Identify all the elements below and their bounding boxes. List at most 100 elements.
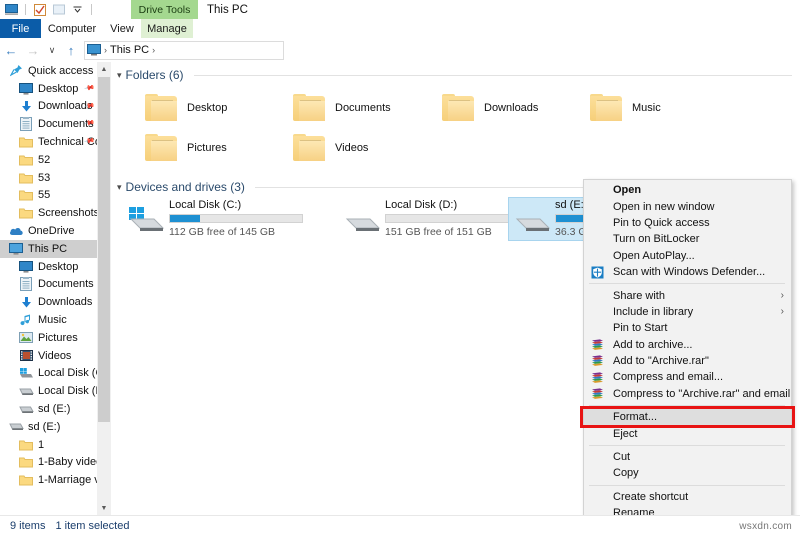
sidebar-item-desktop[interactable]: Desktop 📌 — [0, 80, 97, 98]
chevron-down-icon[interactable]: ▾ — [117, 70, 122, 81]
menu-item-compress-and-email[interactable]: Compress and email... — [584, 369, 791, 385]
navigation-pane-scrollbar[interactable]: ▲ ▼ — [97, 62, 111, 515]
folder-tile[interactable]: Music — [586, 86, 776, 130]
status-item-count: 9 items — [10, 519, 46, 532]
title-bar: Drive Tools This PC — [0, 0, 800, 19]
drive-tile[interactable]: Local Disk (C:) 112 GB free of 145 GB — [123, 198, 309, 240]
sidebar-item-sd-e[interactable]: sd (E:) — [0, 400, 97, 418]
qat-divider — [25, 4, 26, 15]
menu-item-label: Scan with Windows Defender... — [613, 266, 766, 279]
sidebar-item-videos[interactable]: Videos — [0, 347, 97, 365]
chevron-right-icon: › — [780, 290, 784, 302]
drive-info: Local Disk (C:) 112 GB free of 145 GB — [169, 198, 309, 238]
menu-item-format[interactable]: Format... — [584, 409, 791, 426]
new-folder-icon[interactable] — [51, 2, 66, 17]
explorer-icon[interactable] — [4, 2, 19, 17]
sidebar-item-documents[interactable]: Documents 📌 — [0, 115, 97, 133]
sidebar-item-onedrive[interactable]: OneDrive — [0, 222, 97, 240]
tab-manage[interactable]: Manage — [141, 19, 193, 38]
sidebar-item-label: 55 — [38, 189, 51, 202]
menu-item-label: Open in new window — [613, 200, 715, 213]
drive-tile[interactable]: Local Disk (D:) 151 GB free of 151 GB — [339, 198, 525, 240]
breadcrumb-item-this-pc[interactable]: This PC — [110, 44, 149, 56]
folder-icon — [18, 454, 34, 470]
sidebar-item-local-disk-d[interactable]: Local Disk (D:) — [0, 382, 97, 400]
menu-item-pin-to-quick-access[interactable]: Pin to Quick access — [584, 215, 791, 231]
sidebar-item-technical-co[interactable]: Technical Co 📌 — [0, 133, 97, 151]
tab-view[interactable]: View — [103, 19, 141, 38]
menu-item-copy[interactable]: Copy — [584, 465, 791, 481]
customize-dropdown-icon[interactable] — [70, 2, 85, 17]
sidebar-item-pictures[interactable]: Pictures — [0, 329, 97, 347]
sidebar-item-52[interactable]: 52 — [0, 151, 97, 169]
back-button[interactable]: ← — [0, 39, 22, 61]
folders-group-header[interactable]: ▾ Folders (6) — [111, 66, 800, 84]
sidebar-item-1-marriage-video[interactable]: 1-Marriage video — [0, 471, 97, 489]
group-rule — [193, 74, 792, 76]
tab-computer[interactable]: Computer — [41, 19, 103, 38]
context-menu[interactable]: Open Open in new window Pin to Quick acces… — [583, 179, 792, 535]
navigation-pane[interactable]: Quick access Desktop 📌 Downloads 📌 Documents 📌… — [0, 62, 97, 515]
pin-icon[interactable]: 📌 — [84, 82, 96, 94]
sidebar-item-downloads[interactable]: Downloads 📌 — [0, 98, 97, 116]
folders-grid: Desktop Documents Downloads Music Pictures Vi… — [111, 84, 800, 178]
menu-item-share-with[interactable]: Share with › — [584, 287, 791, 303]
forward-button[interactable]: → — [22, 39, 44, 61]
menu-item-label: Compress to "Archive.rar" and email — [613, 387, 791, 400]
sidebar-item-documents[interactable]: Documents — [0, 276, 97, 294]
documents-icon — [18, 276, 34, 292]
scrollbar-thumb[interactable] — [98, 77, 110, 422]
menu-item-label: Share with — [613, 289, 665, 302]
chevron-down-icon[interactable]: ▾ — [117, 182, 122, 193]
menu-item-label: Copy — [613, 467, 639, 480]
sidebar-item-local-disk-c[interactable]: Local Disk (C:) — [0, 365, 97, 383]
sidebar-item-1-baby-video[interactable]: 1-Baby video — [0, 454, 97, 472]
sidebar-item-screenshots[interactable]: Screenshots — [0, 204, 97, 222]
menu-item-open[interactable]: Open — [584, 182, 791, 198]
menu-item-open-in-new-window[interactable]: Open in new window — [584, 198, 791, 214]
folder-icon — [18, 152, 34, 168]
sidebar-item-sd-e[interactable]: sd (E:) — [0, 418, 97, 436]
folder-desktop-icon — [141, 90, 181, 126]
sidebar-item-55[interactable]: 55 — [0, 187, 97, 205]
tab-file[interactable]: File — [0, 19, 41, 38]
menu-item-open-autoplay[interactable]: Open AutoPlay... — [584, 248, 791, 264]
breadcrumb[interactable]: › This PC › — [84, 40, 284, 60]
scroll-down-icon[interactable]: ▼ — [97, 501, 111, 515]
sidebar-item-downloads[interactable]: Downloads — [0, 293, 97, 311]
menu-item-include-in-library[interactable]: Include in library › — [584, 304, 791, 320]
properties-icon[interactable] — [32, 2, 47, 17]
winrar-icon — [590, 370, 605, 385]
menu-item-scan-with-windows-defender[interactable]: Scan with Windows Defender... — [584, 264, 791, 280]
folder-pictures-icon — [141, 130, 181, 166]
quick-access-toolbar[interactable] — [0, 2, 94, 17]
menu-item-compress-to-archive-rar-and-email[interactable]: Compress to "Archive.rar" and email — [584, 386, 791, 402]
folder-tile[interactable]: Videos — [289, 126, 479, 170]
downloads-icon — [18, 294, 34, 310]
breadcrumb-separator-1[interactable]: › — [152, 45, 155, 55]
menu-separator — [589, 283, 785, 285]
sidebar-item-1[interactable]: 1 — [0, 436, 97, 454]
folder-tile-label: Downloads — [484, 102, 539, 114]
folder-icon — [18, 472, 34, 488]
sidebar-item-desktop[interactable]: Desktop — [0, 258, 97, 276]
folder-downloads-icon — [438, 90, 478, 126]
drive-name: Local Disk (C:) — [169, 199, 242, 211]
sidebar-item-53[interactable]: 53 — [0, 169, 97, 187]
sidebar-item-this-pc[interactable]: This PC — [0, 239, 97, 258]
scroll-up-icon[interactable]: ▲ — [97, 62, 111, 76]
menu-item-add-to-archive-rar[interactable]: Add to "Archive.rar" — [584, 353, 791, 369]
menu-item-create-shortcut[interactable]: Create shortcut — [584, 489, 791, 505]
sidebar-item-label: Quick access — [28, 64, 94, 77]
sidebar-item-quick-access[interactable]: Quick access — [0, 62, 97, 80]
menu-item-turn-on-bitlocker[interactable]: Turn on BitLocker — [584, 231, 791, 247]
menu-item-eject[interactable]: Eject — [584, 425, 791, 441]
drive-icon — [18, 383, 34, 399]
recent-locations-button[interactable]: ∨ — [44, 39, 60, 61]
menu-item-pin-to-start[interactable]: Pin to Start — [584, 320, 791, 336]
menu-item-cut[interactable]: Cut — [584, 449, 791, 465]
watermark: wsxdn.com — [739, 521, 792, 532]
sidebar-item-music[interactable]: Music — [0, 311, 97, 329]
menu-item-add-to-archive[interactable]: Add to archive... — [584, 337, 791, 353]
up-button[interactable]: ↑ — [60, 39, 82, 61]
